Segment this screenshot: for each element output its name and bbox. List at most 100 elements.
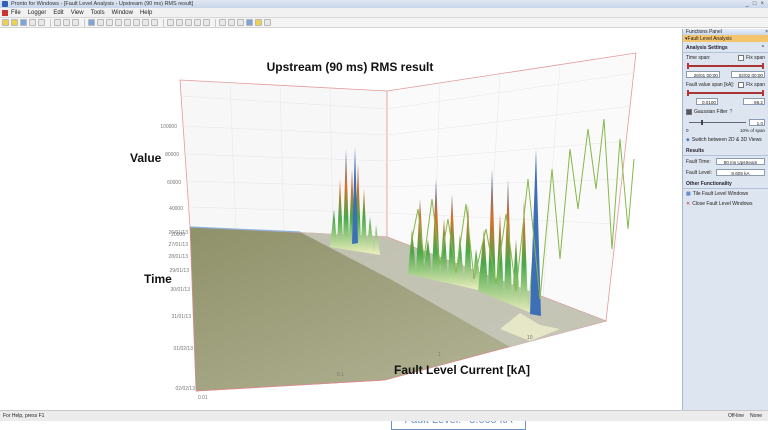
status-bar: For Help, press F1 Off-line None [0,410,768,421]
zoom-out-icon[interactable] [133,19,140,26]
last-icon[interactable] [228,19,235,26]
step-back-icon[interactable] [176,19,183,26]
section-title: Analysis Settings [686,45,728,51]
toolbar-separator [84,18,85,27]
step-forward-icon[interactable] [194,19,201,26]
window-title: Pronto for Windows - [Fault Level Analys… [11,1,194,7]
gaussian-min: 0 [686,128,689,133]
status-extra: None [750,413,762,419]
first-icon[interactable] [219,19,226,26]
time-tick: 31/01/13 [172,314,192,320]
table-icon[interactable] [97,19,104,26]
gaussian-of-span: 10% of span [739,128,765,133]
help-icon[interactable] [255,19,262,26]
print-icon[interactable] [29,19,36,26]
gaussian-slider[interactable] [689,120,746,125]
collapse-icon: ⌃ [760,45,765,51]
time-tick: 29/01/13 [170,268,190,274]
value-tick: 100000 [160,124,177,130]
open-folder-icon[interactable] [11,19,18,26]
zoom-fit-icon[interactable] [142,19,149,26]
save-icon[interactable] [20,19,27,26]
menu-logger[interactable]: Logger [28,10,47,16]
time-to-field[interactable]: 02/02 00:00 [731,71,765,78]
copy-icon[interactable] [63,19,70,26]
menu-tools[interactable]: Tools [91,10,105,16]
fix-span-fault-checkbox[interactable] [738,82,745,88]
time-slider-end-handle[interactable] [762,63,764,69]
zoom-in-icon[interactable] [124,19,131,26]
menu-edit[interactable]: Edit [53,10,63,16]
play-icon[interactable] [185,19,192,26]
waveform-icon[interactable] [246,19,253,26]
time-span-label: Time span: [686,55,711,61]
menu-help[interactable]: Help [140,10,152,16]
fault-span-label: Fault value span [kA]: [686,82,735,88]
chart-icon[interactable] [88,19,95,26]
time-range-row: 26/01 00:00 02/02 00:00 [683,69,768,80]
section-analysis-settings[interactable]: Analysis Settings ⌃ [683,42,768,53]
cut-icon[interactable] [54,19,61,26]
menu-window[interactable]: Window [112,10,133,16]
gaussian-value-field[interactable]: 1.0 [749,119,765,126]
close-windows-label: Close Fault Level Windows [692,201,753,207]
gaussian-filter-checkbox[interactable] [686,109,692,115]
menu-bar: File Logger Edit View Tools Window Help [0,8,768,18]
pointer-icon[interactable] [115,19,122,26]
fault-slider-end-handle[interactable] [762,90,764,96]
fault-level-3d-chart: 100000 80000 60000 40000 20000 26/01/13 … [130,52,637,401]
status-help-text: For Help, press F1 [3,413,45,419]
fault-from-field[interactable]: 0.0100 [696,98,718,105]
time-tick: 27/01/13 [169,242,189,248]
gaussian-row: Gaussian Filter ? [683,107,768,117]
time-tick: 28/01/13 [169,254,189,260]
tab-fault-level-analysis[interactable]: ▾ Fault Level Analysis [683,35,768,42]
toolbar [0,18,768,28]
gaussian-label: Gaussian Filter [694,109,728,115]
switch-view-button[interactable]: ◈ Switch between 2D & 3D Views [683,135,768,145]
help-icon[interactable]: ? [730,109,733,115]
menu-view[interactable]: View [71,10,84,16]
time-from-field[interactable]: 26/01 00:00 [686,71,720,78]
paste-icon[interactable] [72,19,79,26]
chart-area: 100000 80000 60000 40000 20000 26/01/13 … [0,29,682,430]
gaussian-slider-handle[interactable] [701,120,703,125]
time-tick: 26/01/13 [169,230,189,236]
fault-slider-start-handle[interactable] [687,90,689,96]
time-tick: 30/01/13 [171,287,191,293]
tile-windows-link[interactable]: ▦ Tile Fault Level Windows [683,189,768,199]
time-axis-label: Time [144,272,172,286]
loop-icon[interactable] [237,19,244,26]
fault-level-result: 8.605 kA [716,169,765,176]
close-windows-link[interactable]: ✕ Close Fault Level Windows [683,199,768,209]
fault-span-slider[interactable] [687,90,764,96]
fault-to-field[interactable]: 98.2 [743,98,765,105]
menu-file[interactable]: File [11,10,21,16]
fault-span-row: Fault value span [kA]: Fix span [683,80,768,90]
switch-view-icon: ◈ [686,137,690,143]
close-button[interactable]: × [760,1,764,7]
fault-time-row: Fault Time: 90 ms Upstream [683,156,768,167]
context-help-icon[interactable] [264,19,271,26]
gaussian-slider-row: 1.0 [683,117,768,128]
rewind-icon[interactable] [167,19,174,26]
time-span-slider[interactable] [687,63,764,69]
close-windows-icon: ✕ [686,201,691,207]
x-tick: 10 [527,335,533,341]
print-preview-icon[interactable] [38,19,45,26]
select-icon[interactable] [106,19,113,26]
fix-span-time-checkbox[interactable] [738,55,745,61]
title-bar: Pronto for Windows - [Fault Level Analys… [0,0,768,8]
fast-forward-icon[interactable] [203,19,210,26]
fault-level-row: Fault Level: 8.605 kA [683,167,768,178]
pan-icon[interactable] [151,19,158,26]
document-icon [2,9,8,16]
functions-panel: Functions Panel × ▾ Fault Level Analysis… [682,29,768,410]
new-file-icon[interactable] [2,19,9,26]
window-controls: _ □ × [746,1,764,7]
fault-range-row: 0.0100 98.2 [683,96,768,107]
minimize-button[interactable]: _ [746,1,749,7]
maximize-button[interactable]: □ [753,1,757,7]
fault-level-label: Fault Level: [686,169,712,176]
time-slider-start-handle[interactable] [687,63,689,69]
